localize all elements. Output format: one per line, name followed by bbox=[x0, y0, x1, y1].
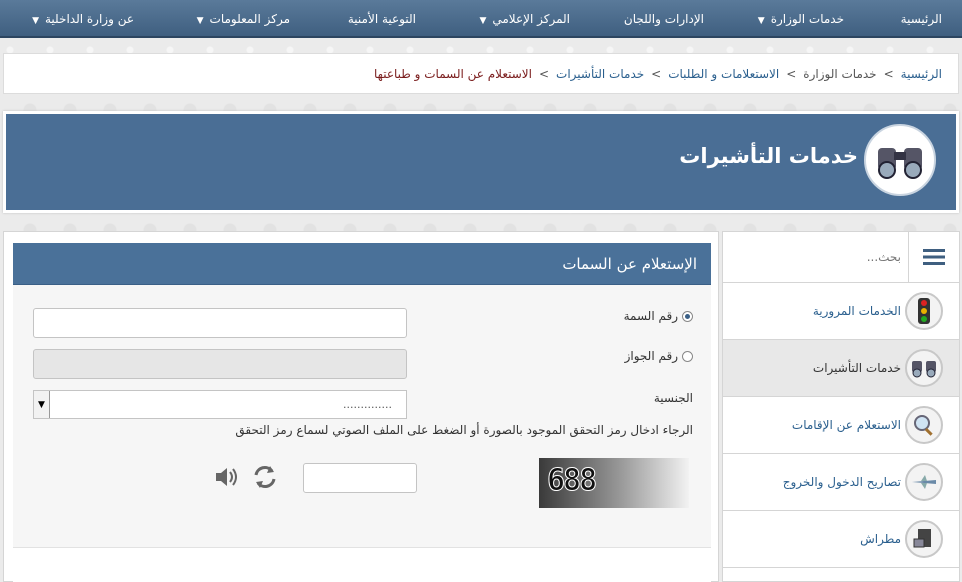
sidebar-item-label: مطراش bbox=[860, 532, 901, 546]
form-footer bbox=[13, 547, 711, 582]
panel-header: الإستعلام عن السمات bbox=[13, 243, 711, 285]
traffic-light-icon bbox=[905, 292, 943, 330]
nav-item-information-center[interactable]: مركز المعلومات ▼ bbox=[197, 0, 290, 38]
nav-item-label: الإدارات واللجان bbox=[623, 12, 704, 26]
nav-item-label: مركز المعلومات bbox=[209, 12, 290, 26]
captcha-input[interactable] bbox=[303, 463, 417, 493]
page-banner: خدمات التأشيرات bbox=[3, 111, 959, 213]
sidebar-item-label: الخدمات المرورية bbox=[812, 304, 901, 318]
caret-down-icon: ▼ bbox=[479, 16, 487, 26]
sidebar-item-matrash[interactable]: مطراش bbox=[723, 511, 959, 568]
nav-item-label: عن وزارة الداخلية bbox=[45, 12, 134, 26]
refresh-captcha-icon[interactable] bbox=[251, 463, 279, 491]
sidebar-item-label: تصاريح الدخول والخروج bbox=[782, 475, 901, 489]
inquiry-form: رقم السمة رقم الجواز الجنسية ▼ .........… bbox=[13, 285, 711, 547]
sidebar-item-visa-services[interactable]: خدمات التأشيرات bbox=[723, 340, 959, 397]
nav-item-departments[interactable]: الإدارات واللجان bbox=[624, 0, 704, 38]
breadcrumb-link-visa-services[interactable]: خدمات التأشيرات bbox=[556, 67, 644, 81]
magnifier-icon bbox=[905, 406, 943, 444]
sidebar-item-traffic-services[interactable]: الخدمات المرورية bbox=[723, 283, 959, 340]
breadcrumb-bar: الرئيسية > خدمات الوزارة > الاستعلامات و الط… bbox=[3, 53, 959, 94]
computer-icon bbox=[905, 520, 943, 558]
binoculars-icon bbox=[905, 349, 943, 387]
captcha-image: 688 bbox=[539, 458, 689, 508]
nav-item-media-center[interactable]: المركز الإعلامي ▼ bbox=[479, 0, 570, 38]
nav-item-label: التوعية الأمنية bbox=[347, 12, 416, 26]
nationality-select-value: .............. bbox=[343, 398, 392, 411]
sidebar-search-input[interactable] bbox=[731, 245, 901, 269]
breadcrumb-link-ministry-services[interactable]: خدمات الوزارة bbox=[803, 67, 876, 81]
airplane-icon bbox=[905, 463, 943, 501]
nav-item-label: المركز الإعلامي bbox=[492, 12, 570, 26]
sidebar: الخدمات المرورية خدمات التأشيرات الاستعل… bbox=[722, 231, 960, 582]
radio-visa-number-label: رقم السمة bbox=[623, 309, 678, 323]
hamburger-menu-icon[interactable] bbox=[908, 232, 959, 282]
sidebar-item-residency-inquiry[interactable]: الاستعلام عن الإقامات bbox=[723, 397, 959, 454]
sidebar-item-label: خدمات التأشيرات bbox=[812, 361, 901, 375]
sidebar-search bbox=[723, 232, 959, 283]
breadcrumb-link-inquiries[interactable]: الاستعلامات و الطلبات bbox=[668, 67, 779, 81]
caret-down-icon: ▼ bbox=[196, 16, 204, 26]
nav-item-ministry-services[interactable]: خدمات الوزارة ▼ bbox=[758, 0, 844, 38]
radio-button[interactable] bbox=[682, 351, 693, 362]
binoculars-icon bbox=[864, 124, 936, 196]
page-title: خدمات التأشيرات bbox=[679, 144, 858, 168]
breadcrumb-separator: > bbox=[538, 67, 550, 81]
main-content: الإستعلام عن السمات رقم السمة رقم الجواز… bbox=[3, 231, 719, 582]
radio-visa-number[interactable]: رقم السمة bbox=[624, 309, 693, 323]
visa-number-input[interactable] bbox=[33, 308, 407, 338]
breadcrumb: الرئيسية > خدمات الوزارة > الاستعلامات و الط… bbox=[374, 54, 942, 95]
nationality-select[interactable]: ▼ .............. bbox=[33, 390, 407, 419]
caret-down-icon: ▼ bbox=[757, 16, 765, 26]
nav-item-security-awareness[interactable]: التوعية الأمنية bbox=[348, 0, 416, 38]
breadcrumb-separator: > bbox=[786, 67, 797, 81]
nav-item-label: خدمات الوزارة bbox=[770, 12, 844, 26]
radio-passport-number[interactable]: رقم الجواز bbox=[625, 349, 693, 363]
captcha-instructions: الرجاء ادخال رمز التحقق الموجود بالصورة … bbox=[235, 423, 693, 437]
breadcrumb-current: الاستعلام عن السمات و طباعتها bbox=[374, 67, 532, 81]
caret-down-icon: ▼ bbox=[32, 16, 39, 26]
breadcrumb-link-home[interactable]: الرئيسية bbox=[901, 67, 942, 81]
top-navigation-bar: الرئيسية خدمات الوزارة ▼ الإدارات واللجان… bbox=[0, 0, 962, 38]
sidebar-item-label: الاستعلام عن الإقامات bbox=[791, 418, 901, 432]
audio-captcha-icon[interactable] bbox=[213, 463, 241, 491]
breadcrumb-separator: > bbox=[883, 67, 894, 81]
captcha-code: 688 bbox=[546, 463, 597, 499]
nav-item-home[interactable]: الرئيسية bbox=[901, 0, 942, 38]
passport-number-input[interactable] bbox=[33, 349, 407, 379]
radio-passport-number-label: رقم الجواز bbox=[624, 349, 678, 363]
radio-button-selected[interactable] bbox=[682, 311, 693, 322]
nationality-label: الجنسية bbox=[653, 391, 693, 405]
dropdown-arrow-icon[interactable]: ▼ bbox=[34, 391, 50, 418]
nav-item-about-ministry[interactable]: عن وزارة الداخلية ▼ bbox=[32, 0, 134, 38]
sidebar-item-entry-exit-permits[interactable]: تصاريح الدخول والخروج bbox=[723, 454, 959, 511]
nav-item-label: الرئيسية bbox=[900, 12, 942, 26]
panel-title: الإستعلام عن السمات bbox=[562, 255, 697, 273]
breadcrumb-separator: > bbox=[651, 67, 662, 81]
